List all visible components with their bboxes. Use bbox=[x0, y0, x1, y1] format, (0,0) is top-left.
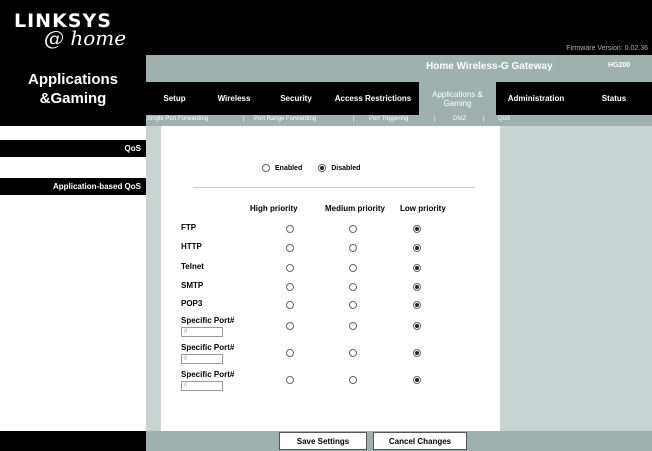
tab-setup[interactable]: Setup bbox=[146, 82, 203, 115]
qos-toggle: Enabled Disabled bbox=[262, 164, 376, 172]
specific-port-input[interactable]: 0 bbox=[181, 381, 223, 391]
high-priority-radio[interactable] bbox=[286, 264, 294, 272]
medium-priority-radio[interactable] bbox=[349, 264, 357, 272]
high-priority-radio[interactable] bbox=[286, 376, 294, 384]
subnav-separator: | bbox=[483, 116, 485, 122]
low-priority-radio[interactable] bbox=[413, 322, 421, 330]
high-priority-radio[interactable] bbox=[286, 322, 294, 330]
medium-priority-radio[interactable] bbox=[349, 349, 357, 357]
medium-priority-radio[interactable] bbox=[349, 283, 357, 291]
low-priority-radio[interactable] bbox=[413, 376, 421, 384]
subnav-qos[interactable]: QoS bbox=[498, 116, 510, 122]
high-priority-radio[interactable] bbox=[286, 283, 294, 291]
subnav-separator: | bbox=[353, 116, 355, 122]
footer-left bbox=[0, 431, 146, 451]
low-priority-radio[interactable] bbox=[413, 283, 421, 291]
product-bar bbox=[146, 55, 652, 82]
subnav-separator: | bbox=[243, 116, 245, 122]
tab-wireless[interactable]: Wireless bbox=[203, 82, 265, 115]
header-medium-priority: Medium priority bbox=[325, 204, 386, 213]
tab-status[interactable]: Status bbox=[576, 82, 652, 115]
cancel-changes-button[interactable]: Cancel Changes bbox=[373, 432, 467, 450]
tab-applications-gaming[interactable]: Applications & Gaming bbox=[419, 82, 496, 115]
brand-tagline: @ home bbox=[44, 26, 127, 50]
linksys-logo: LINKSYS @ home bbox=[14, 10, 126, 50]
specific-port-input[interactable]: 0 bbox=[181, 327, 223, 337]
subnav-port-triggering[interactable]: Port Triggering bbox=[369, 116, 408, 122]
low-priority-radio[interactable] bbox=[413, 225, 421, 233]
content-gutter bbox=[146, 126, 161, 431]
header-high-priority: High priority bbox=[250, 204, 298, 213]
low-priority-radio[interactable] bbox=[413, 264, 421, 272]
app-label: Specific Port# bbox=[181, 316, 235, 325]
header-low-priority: Low priority bbox=[400, 204, 446, 213]
firmware-version: Firmware Version: 0.02.36 bbox=[566, 45, 648, 52]
tab-access-restrictions[interactable]: Access Restrictions bbox=[327, 82, 419, 115]
app-label: FTP bbox=[181, 223, 197, 232]
low-priority-radio[interactable] bbox=[413, 244, 421, 252]
qos-enabled-label: Enabled bbox=[275, 164, 303, 172]
low-priority-radio[interactable] bbox=[413, 349, 421, 357]
subnav-separator: | bbox=[434, 116, 436, 122]
high-priority-radio[interactable] bbox=[286, 301, 294, 309]
subnav-port-range-forwarding[interactable]: Port Range Forwarding bbox=[254, 116, 316, 122]
app-label: Telnet bbox=[181, 262, 204, 271]
app-label: SMTP bbox=[181, 281, 204, 290]
model-number: HG200 bbox=[608, 62, 631, 69]
app-label: HTTP bbox=[181, 242, 202, 251]
qos-disabled-radio[interactable] bbox=[318, 164, 327, 172]
medium-priority-radio[interactable] bbox=[349, 376, 357, 384]
high-priority-radio[interactable] bbox=[286, 244, 294, 252]
qos-enabled-radio[interactable] bbox=[262, 164, 270, 172]
product-name: Home Wireless-G Gateway bbox=[426, 61, 553, 72]
section-application-qos: Application-based QoS bbox=[0, 178, 146, 195]
high-priority-radio[interactable] bbox=[286, 225, 294, 233]
tab-administration[interactable]: Administration bbox=[496, 82, 576, 115]
subnav-dmz[interactable]: DMZ bbox=[453, 116, 466, 122]
medium-priority-radio[interactable] bbox=[349, 301, 357, 309]
tab-security[interactable]: Security bbox=[265, 82, 327, 115]
high-priority-radio[interactable] bbox=[286, 349, 294, 357]
app-label: Specific Port# bbox=[181, 343, 235, 352]
medium-priority-radio[interactable] bbox=[349, 225, 357, 233]
subnav-single-port-forwarding[interactable]: Single Port Forwarding bbox=[147, 116, 208, 122]
app-label: POP3 bbox=[181, 299, 203, 308]
divider bbox=[193, 187, 475, 188]
page-title: Applications &Gaming bbox=[27, 71, 118, 107]
save-settings-button[interactable]: Save Settings bbox=[279, 432, 367, 450]
medium-priority-radio[interactable] bbox=[349, 322, 357, 330]
app-label: Specific Port# bbox=[181, 370, 235, 379]
specific-port-input[interactable]: 0 bbox=[181, 354, 223, 364]
low-priority-radio[interactable] bbox=[413, 301, 421, 309]
qos-disabled-label: Disabled bbox=[331, 164, 361, 172]
help-panel bbox=[500, 126, 652, 431]
section-qos: QoS bbox=[0, 140, 146, 157]
medium-priority-radio[interactable] bbox=[349, 244, 357, 252]
